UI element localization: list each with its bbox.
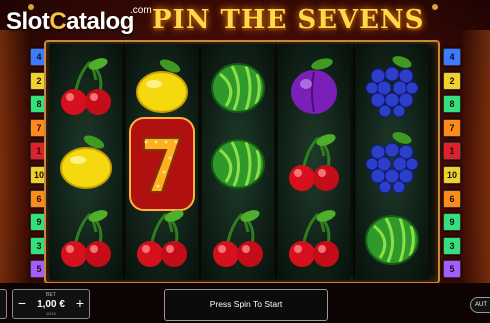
line-marker-9: 9	[443, 213, 461, 232]
reel-5	[356, 44, 428, 280]
reel-frame	[44, 40, 440, 284]
game-title: PIN THE SEVENS	[152, 5, 425, 35]
reel-separator	[123, 44, 125, 280]
watermelon-symbol	[356, 202, 428, 278]
reel-separator	[275, 44, 277, 280]
plum-symbol	[278, 50, 350, 126]
seven-symbol	[126, 114, 198, 214]
watermelon-symbol	[202, 126, 274, 202]
right-glow	[460, 30, 490, 290]
site-logo: SlotCatalog	[6, 8, 134, 35]
reel-3	[202, 44, 274, 280]
reel-2	[126, 44, 198, 280]
header: SlotCatalog .com PIN THE SEVENS	[0, 0, 490, 40]
reel-4	[278, 44, 350, 280]
line-marker-10: 10	[443, 165, 461, 184]
reel-separator	[353, 44, 355, 280]
line-marker-1: 1	[443, 142, 461, 161]
right-line-markers: 4 2 8 7 1 10 6 9 3 5	[443, 48, 461, 284]
cherry-symbol	[202, 202, 274, 278]
watermelon-symbol	[202, 50, 274, 126]
lemon-symbol	[50, 126, 122, 202]
grapes-symbol	[356, 50, 428, 126]
ornament-right	[432, 4, 438, 10]
menu-tab[interactable]	[0, 289, 7, 319]
line-marker-7: 7	[443, 118, 461, 137]
line-marker-3: 3	[443, 236, 461, 255]
reel-1	[50, 44, 122, 280]
site-logo-com: .com	[130, 5, 152, 16]
cherry-symbol	[50, 50, 122, 126]
bet-increase-button[interactable]: +	[73, 295, 87, 311]
cherry-symbol	[278, 202, 350, 278]
cherry-symbol	[50, 202, 122, 278]
left-glow	[0, 30, 30, 290]
cherry-symbol	[126, 202, 198, 278]
cherry-symbol	[278, 126, 350, 202]
status-message: Press Spin To Start	[164, 289, 328, 321]
grapes-symbol	[356, 126, 428, 202]
bet-control: − BET 1,00 € 10/10 +	[12, 289, 90, 319]
bet-lines: 10/10	[45, 311, 56, 316]
autoplay-button[interactable]: AUT	[470, 297, 490, 313]
line-marker-8: 8	[443, 95, 461, 114]
reel-separator	[199, 44, 201, 280]
line-marker-6: 6	[443, 189, 461, 208]
line-marker-5: 5	[443, 260, 461, 279]
line-marker-4: 4	[443, 48, 461, 66]
line-marker-2: 2	[443, 71, 461, 90]
